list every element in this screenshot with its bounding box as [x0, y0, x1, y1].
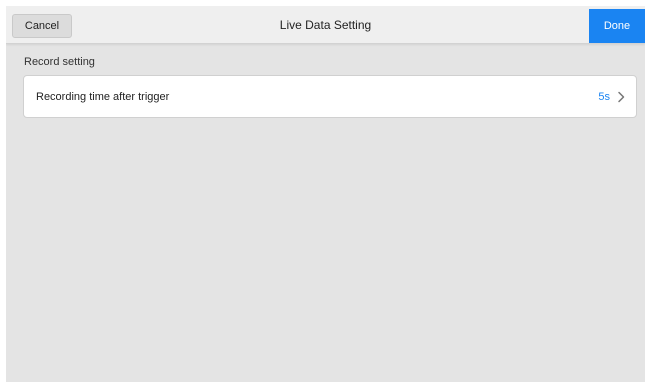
- recording-time-after-trigger-row[interactable]: Recording time after trigger 5s: [23, 75, 637, 118]
- row-label: Recording time after trigger: [36, 91, 170, 103]
- chevron-right-icon: [618, 91, 625, 103]
- row-value: 5s: [598, 91, 610, 103]
- page-title: Live Data Setting: [279, 18, 372, 32]
- done-button[interactable]: Done: [589, 9, 645, 43]
- top-bar: Cancel Live Data Setting Done: [6, 6, 645, 44]
- cancel-button[interactable]: Cancel: [12, 14, 72, 38]
- live-data-setting-screen: Cancel Live Data Setting Done Record set…: [6, 6, 645, 382]
- section-label-record-setting: Record setting: [24, 56, 95, 68]
